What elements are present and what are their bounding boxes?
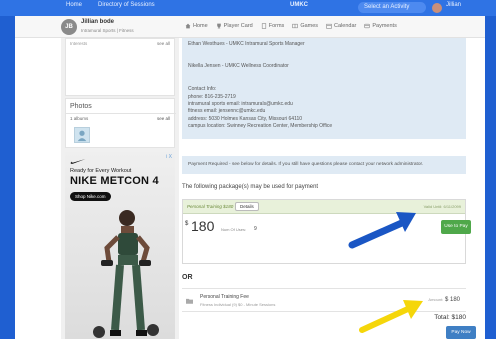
ad-tagline: Ready for Every Workout	[70, 168, 132, 174]
package-uses-value: 9	[254, 226, 257, 232]
main-content: Ethan Westhues - UMKC Intramural Sports …	[179, 38, 485, 339]
package-personal-training: Personal Training $180 Details Valid Unt…	[182, 199, 466, 264]
package-header: Personal Training $180 Details Valid Unt…	[183, 200, 465, 214]
athlete-image	[93, 210, 159, 338]
card-icon	[364, 23, 371, 29]
nav-player-card-label: Player Card	[223, 23, 253, 29]
fee-description: Fitness Individual (9) $0 - Minute Sessi…	[200, 302, 276, 307]
staff-line-2: Nikella Jensen - UMKC Wellness Coordinat…	[188, 63, 289, 69]
contact-info-box: Ethan Westhues - UMKC Intramural Sports …	[182, 38, 466, 139]
sidebar: Interests see all Photos 1 albums see al…	[61, 38, 179, 339]
use-to-pay-button[interactable]: Use to Pay	[441, 220, 471, 234]
nav-forms[interactable]: Forms	[261, 23, 285, 29]
calendar-icon	[326, 23, 332, 29]
nav-home[interactable]: Home	[185, 23, 208, 29]
folder-icon	[186, 298, 193, 304]
ad-headline: NIKE METCON 4	[70, 175, 159, 187]
contact-intramural-email[interactable]: intramural sports email: intramurals@umk…	[188, 101, 293, 107]
package-price: 180	[191, 218, 215, 234]
ad-choices-icon[interactable]: i X	[166, 154, 172, 160]
nav-player-card[interactable]: Player Card	[216, 23, 253, 29]
payment-required-notice: Payment Required - see below for details…	[182, 156, 466, 174]
profile-tagline: Intramural Sports | Fitness	[81, 28, 134, 33]
nav-home-label: Home	[193, 23, 208, 29]
photos-divider	[66, 113, 176, 114]
fee-amount: Amount: $ 180	[428, 297, 460, 303]
photo-thumbnail[interactable]	[74, 127, 90, 143]
fee-row: Personal Training Fee Fitness Individual…	[182, 288, 466, 312]
nav-games-label: Games	[300, 23, 319, 29]
package-name: Personal Training $180	[187, 204, 234, 209]
contact-heading: Contact Info:	[188, 86, 217, 92]
package-currency: $	[185, 221, 189, 227]
profile-nav: Home Player Card Forms Games Calendar Pa…	[185, 23, 397, 29]
fee-name: Personal Training Fee	[200, 294, 249, 300]
contact-fitness-email[interactable]: fitness email: jensennc@umkc.edu	[188, 108, 265, 114]
contact-campus-location: campus location: Swinney Recreation Cent…	[188, 123, 333, 129]
profile-avatar[interactable]: JB	[61, 19, 77, 35]
top-bar: Home Directory of Sessions UMKC Select a…	[0, 0, 496, 16]
packages-heading: The following package(s) may be used for…	[182, 184, 319, 190]
staff-line-1: Ethan Westhues - UMKC Intramural Sports …	[188, 41, 305, 47]
interests-card: Interests see all	[65, 38, 175, 96]
nav-payments[interactable]: Payments	[364, 23, 397, 29]
profile-name[interactable]: Jillian bode	[81, 19, 114, 25]
photos-album-count: 1 albums	[70, 116, 89, 121]
package-uses-label: Num Of Uses:	[221, 227, 247, 232]
trophy-icon	[216, 23, 221, 29]
photos-card: Photos 1 albums see all	[65, 98, 176, 148]
top-nav-directory[interactable]: Directory of Sessions	[98, 2, 155, 8]
user-menu[interactable]: Jillian	[446, 2, 461, 8]
package-valid-until: Valid Until: 6/11/2099	[423, 204, 461, 209]
interests-see-all-link[interactable]: see all	[157, 41, 170, 46]
nav-calendar-label: Calendar	[334, 23, 357, 29]
nav-payments-label: Payments	[372, 23, 397, 29]
nav-games[interactable]: Games	[292, 23, 318, 29]
activity-select[interactable]: Select an Activity	[358, 2, 426, 13]
brand-logo[interactable]: UMKC	[290, 2, 308, 8]
payment-required-text: Payment Required - see below for details…	[188, 162, 424, 167]
contact-phone: phone: 816-235-2719	[188, 94, 236, 100]
contact-address: address: 5030 Holmes Kansas City, Missou…	[188, 116, 303, 122]
package-details-button[interactable]: Details	[235, 202, 259, 211]
nike-swoosh-icon	[70, 159, 86, 164]
pay-now-button[interactable]: Pay Now	[446, 326, 476, 339]
page-frame: JB Jillian bode Intramural Sports | Fitn…	[15, 16, 485, 339]
profile-header: JB Jillian bode Intramural Sports | Fitn…	[15, 16, 485, 38]
nike-advertisement[interactable]: i X Ready for Every Workout NIKE METCON …	[65, 152, 175, 339]
or-divider: OR	[182, 274, 193, 281]
ad-shop-button[interactable]: Shop Nike.com	[70, 192, 111, 201]
user-avatar-small[interactable]	[432, 3, 442, 13]
games-icon	[292, 23, 299, 29]
nav-calendar[interactable]: Calendar	[326, 23, 356, 29]
interests-label: Interests	[70, 41, 88, 46]
nav-forms-label: Forms	[268, 23, 285, 29]
top-nav-home[interactable]: Home	[66, 2, 82, 8]
total-amount: Total: $180	[434, 314, 466, 321]
fee-amount-value: $ 180	[444, 297, 460, 303]
photos-title: Photos	[70, 103, 92, 110]
document-icon	[261, 23, 266, 29]
home-icon	[185, 23, 191, 29]
fee-amount-label: Amount:	[428, 297, 444, 302]
person-silhouette-icon	[77, 130, 87, 142]
photos-see-all-link[interactable]: see all	[157, 116, 170, 121]
